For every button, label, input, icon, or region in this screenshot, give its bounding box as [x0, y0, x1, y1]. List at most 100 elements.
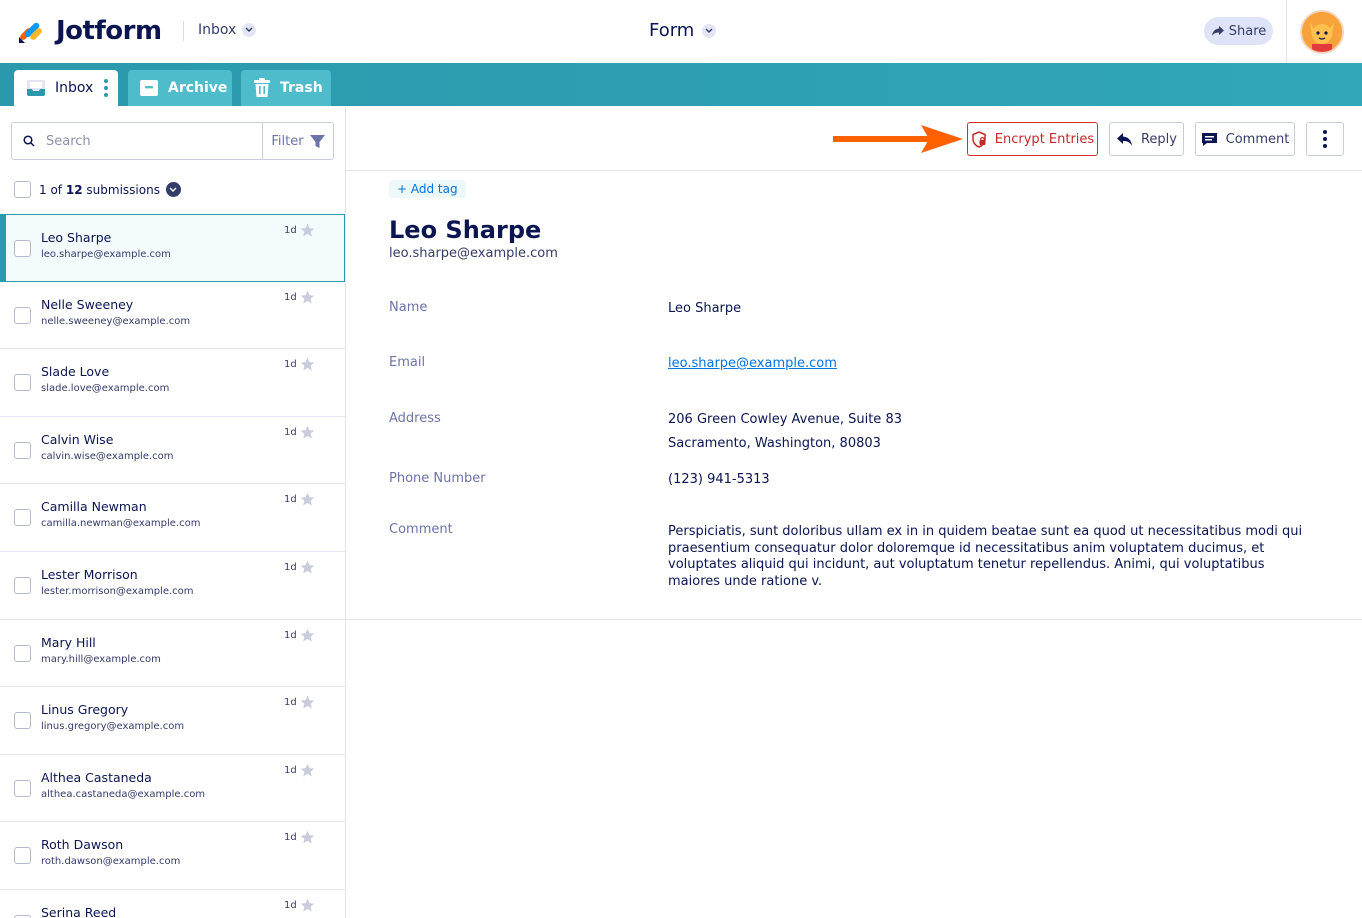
row-checkbox[interactable]	[14, 847, 31, 865]
submitter-email: nelle.sweeney@example.com	[41, 315, 191, 327]
search-input[interactable]	[46, 133, 260, 149]
submission-age: 1d	[284, 225, 297, 236]
list-item[interactable]: Serina Reed 1d	[0, 890, 345, 918]
submission-age: 1d	[284, 629, 297, 641]
row-checkbox[interactable]	[14, 576, 31, 594]
submission-count-row: 1 of 12 submissions	[14, 181, 181, 198]
detail-toolbar: Encrypt Entries Reply Comment	[346, 106, 1362, 171]
form-select-label: Form	[649, 20, 695, 41]
star-icon[interactable]	[300, 830, 315, 845]
tab-trash-label: Trash	[280, 80, 323, 96]
chevron-down-icon[interactable]	[165, 182, 181, 197]
submission-title: Leo Sharpe	[389, 216, 542, 244]
reply-label: Reply	[1140, 131, 1177, 147]
field-value-address: 206 Green Cowley Avenue, Suite 83 Sacram…	[668, 408, 902, 456]
list-item[interactable]: Leo Sharpe leo.sharpe@example.com 1d	[0, 214, 345, 282]
submitter-name: Serina Reed	[41, 904, 117, 918]
more-vertical-icon	[1323, 130, 1327, 148]
submitter-email: mary.hill@example.com	[41, 653, 161, 665]
field-label-address: Address	[389, 411, 441, 426]
detail-content-divider	[346, 619, 1362, 620]
topbar-divider	[1286, 0, 1287, 63]
list-item[interactable]: Calvin Wise calvin.wise@example.com 1d	[0, 417, 345, 485]
row-checkbox[interactable]	[14, 374, 31, 392]
submitter-name: Camilla Newman	[41, 499, 147, 515]
submission-age: 1d	[284, 697, 297, 709]
row-checkbox[interactable]	[14, 644, 31, 662]
star-icon[interactable]	[300, 357, 315, 372]
inbox-tray-icon	[27, 80, 45, 96]
list-item[interactable]: Roth Dawson roth.dawson@example.com 1d	[0, 822, 345, 890]
folder-select[interactable]: Inbox	[198, 22, 257, 38]
list-item[interactable]: Mary Hill mary.hill@example.com 1d	[0, 620, 345, 688]
row-checkbox[interactable]	[14, 240, 31, 257]
trash-can-icon	[254, 78, 270, 97]
list-item[interactable]: Linus Gregory linus.gregory@example.com 1d	[0, 687, 345, 755]
avatar[interactable]	[1300, 10, 1344, 54]
search-icon	[12, 135, 46, 147]
share-button[interactable]: Share	[1204, 17, 1273, 45]
count-total: 12	[65, 182, 83, 197]
submission-subtitle-email: leo.sharpe@example.com	[389, 246, 558, 261]
row-checkbox[interactable]	[14, 306, 31, 324]
submission-age: 1d	[284, 291, 297, 303]
submission-age: 1d	[284, 561, 297, 573]
star-icon[interactable]	[300, 763, 315, 778]
more-options-button[interactable]	[1306, 122, 1344, 156]
select-all-checkbox[interactable]	[14, 181, 31, 198]
star-icon[interactable]	[300, 898, 315, 913]
filter-button[interactable]: Filter	[262, 123, 333, 159]
folder-tabs-bar: Inbox Archive Trash	[0, 63, 1362, 106]
tab-trash[interactable]: Trash	[241, 70, 331, 106]
tab-inbox[interactable]: Inbox	[14, 70, 118, 106]
star-icon[interactable]	[300, 290, 315, 305]
submitter-email: lester.morrison@example.com	[41, 585, 194, 597]
comment-label: Comment	[1225, 131, 1290, 147]
field-value-email-link[interactable]: leo.sharpe@example.com	[668, 352, 837, 376]
star-icon[interactable]	[300, 223, 315, 238]
submitter-name: Slade Love	[41, 364, 110, 380]
submitter-name: Mary Hill	[41, 634, 96, 650]
list-item[interactable]: Slade Love slade.love@example.com 1d	[0, 349, 345, 417]
field-value-comment: Perspiciatis, sunt doloribus ullam ex in…	[668, 524, 1303, 589]
star-icon[interactable]	[300, 425, 315, 440]
row-checkbox[interactable]	[14, 509, 31, 527]
list-item[interactable]: Nelle Sweeney nelle.sweeney@example.com 1d	[0, 282, 345, 350]
more-vertical-icon[interactable]	[104, 79, 109, 97]
star-icon[interactable]	[300, 695, 315, 710]
form-select[interactable]: Form	[649, 20, 717, 41]
list-item[interactable]: Camilla Newman camilla.newman@example.com…	[0, 484, 345, 552]
submission-age: 1d	[284, 832, 297, 844]
submission-list-panel: Filter 1 of 12 submissions Leo Sharpe leo…	[0, 106, 346, 918]
star-icon[interactable]	[300, 560, 315, 575]
avatar-icon	[1302, 12, 1342, 52]
row-checkbox[interactable]	[14, 712, 31, 730]
tab-archive[interactable]: Archive	[128, 70, 232, 106]
filter-funnel-icon	[309, 134, 325, 148]
orange-arrow-icon	[833, 125, 963, 153]
add-tag-button[interactable]: + Add tag	[389, 180, 466, 198]
submitter-name: Calvin Wise	[41, 431, 114, 447]
star-icon[interactable]	[300, 492, 315, 507]
submitter-email: roth.dawson@example.com	[41, 856, 181, 868]
submission-age: 1d	[284, 494, 297, 506]
count-suffix: submissions	[86, 182, 160, 197]
chevron-down-icon	[702, 23, 717, 38]
jotform-logo[interactable]: Jotform	[17, 16, 162, 46]
row-checkbox[interactable]	[14, 779, 31, 797]
list-item[interactable]: Lester Morrison lester.morrison@example.c…	[0, 552, 345, 620]
submitter-name: Linus Gregory	[41, 702, 129, 718]
reply-button[interactable]: Reply	[1109, 122, 1184, 156]
list-item[interactable]: Althea Castaneda althea.castaneda@example…	[0, 755, 345, 823]
field-label-email: Email	[389, 355, 426, 370]
row-checkbox[interactable]	[14, 441, 31, 459]
submission-age: 1d	[284, 426, 297, 438]
encrypt-entries-button[interactable]: Encrypt Entries	[967, 122, 1098, 156]
star-icon[interactable]	[300, 628, 315, 643]
address-line-2: Sacramento, Washington, 80803	[668, 436, 881, 451]
comment-button[interactable]: Comment	[1195, 122, 1295, 156]
submission-age: 1d	[284, 764, 297, 776]
logo-divider	[183, 21, 184, 41]
field-label-name: Name	[389, 300, 428, 315]
logo-text: Jotform	[56, 16, 162, 46]
